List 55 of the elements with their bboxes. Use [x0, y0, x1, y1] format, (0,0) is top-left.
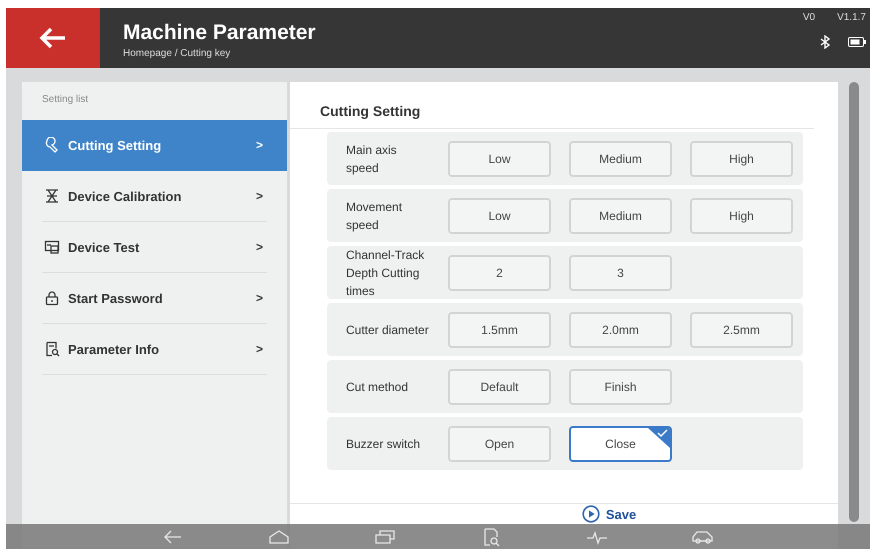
item-label: Device Calibration: [68, 188, 182, 204]
lock-icon: [44, 290, 60, 306]
option-button[interactable]: 2.5mm: [690, 312, 793, 348]
battery-icon: [848, 37, 866, 47]
option-button[interactable]: Open: [448, 426, 551, 462]
bluetooth-icon: [820, 35, 830, 49]
panel-title: Cutting Setting: [290, 82, 814, 129]
option-button[interactable]: 2: [448, 254, 551, 290]
setting-label: Movement speed: [346, 198, 404, 234]
checkmark-icon: [648, 428, 670, 448]
option-button[interactable]: Close: [569, 426, 672, 462]
option-button[interactable]: Low: [448, 140, 551, 176]
option-button[interactable]: 2.0mm: [569, 312, 672, 348]
item-label: Start Password: [68, 290, 164, 306]
item-label: Cutting Setting: [68, 138, 162, 152]
sidebar-item[interactable]: Parameter Info >: [42, 324, 267, 375]
option-button[interactable]: Default: [448, 368, 551, 404]
version-label: V0: [802, 12, 816, 23]
sidebar-item[interactable]: Device Calibration >: [42, 171, 267, 222]
option-button[interactable]: Medium: [569, 198, 672, 234]
option-button[interactable]: Medium: [569, 140, 672, 176]
breadcrumb: Homepage / Cutting key: [123, 48, 232, 59]
option-button[interactable]: Finish: [569, 368, 672, 404]
setting-label: Buzzer switch: [346, 436, 422, 452]
chevron-icon: >: [256, 342, 263, 356]
option-button[interactable]: High: [690, 140, 793, 176]
sidebar-heading: Setting list: [41, 93, 90, 107]
version-label: V1.1.7: [837, 12, 866, 23]
setting-label: Channel-Track Depth Cutting times: [346, 246, 426, 300]
chevron-icon: >: [256, 189, 263, 203]
back-button[interactable]: [6, 8, 100, 68]
option-button[interactable]: High: [690, 198, 793, 234]
cutter-icon: [44, 137, 60, 153]
sidebar-item[interactable]: Device Test >: [42, 222, 267, 273]
play-icon: [582, 505, 600, 523]
page-title: Machine Parameter: [123, 21, 317, 45]
document-icon: [44, 341, 60, 357]
calibration-icon: [44, 188, 60, 204]
option-button[interactable]: 3: [569, 254, 672, 290]
chevron-icon: >: [256, 138, 263, 152]
sidebar-item[interactable]: Start Password >: [42, 273, 267, 324]
item-label: Parameter Info: [68, 342, 160, 356]
item-label: Device Test: [68, 240, 140, 254]
option-button[interactable]: Low: [448, 198, 551, 234]
option-button[interactable]: 1.5mm: [448, 312, 551, 348]
scrollbar[interactable]: [849, 82, 859, 522]
save-button[interactable]: Save: [492, 505, 636, 523]
setting-label: Cutter diameter: [346, 322, 430, 338]
monitor-icon: [44, 239, 60, 255]
back-arrow-icon: [39, 27, 67, 49]
setting-label: Cut method: [346, 378, 410, 396]
chevron-icon: >: [256, 291, 263, 305]
chevron-icon: >: [256, 240, 263, 254]
setting-label: Main axis speed: [346, 142, 398, 176]
sidebar-item[interactable]: Cutting Setting >: [22, 120, 287, 171]
